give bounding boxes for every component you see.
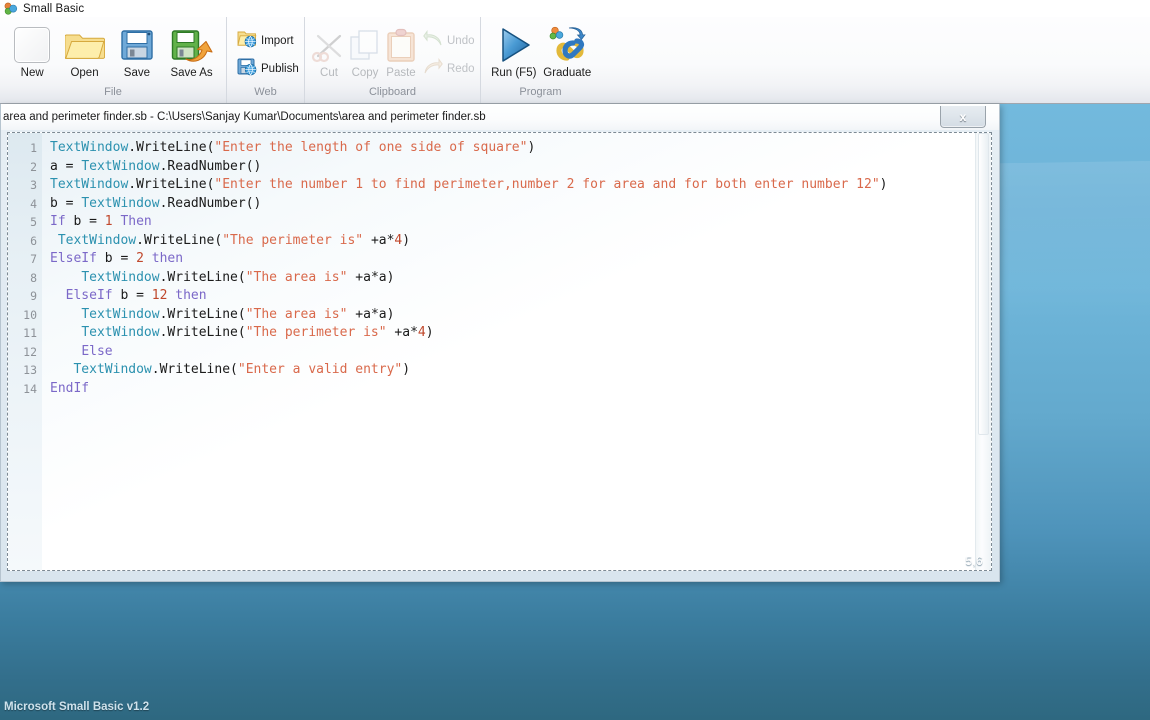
new-button[interactable]: New bbox=[6, 21, 58, 79]
editor-titlebar: area and perimeter finder.sb - C:\Users\… bbox=[1, 104, 999, 130]
redo-arrow-icon bbox=[423, 58, 443, 81]
graduate-icon bbox=[547, 24, 587, 66]
line-number-gutter: 1234567891011121314 bbox=[8, 133, 42, 570]
line-number: 13 bbox=[8, 361, 42, 380]
code-line: Else bbox=[50, 343, 991, 362]
ribbon-group-clipboard-label: Clipboard bbox=[311, 85, 474, 103]
copy-button-label: Copy bbox=[352, 67, 379, 79]
undo-button[interactable]: Undo bbox=[419, 27, 479, 55]
open-button[interactable]: Open bbox=[58, 21, 110, 79]
clipboard-icon bbox=[383, 24, 419, 66]
code-editor-window: area and perimeter finder.sb - C:\Users\… bbox=[0, 104, 1000, 582]
save-as-arrow-icon bbox=[171, 24, 213, 66]
line-number: 3 bbox=[8, 176, 42, 195]
graduate-button-label: Graduate bbox=[543, 67, 591, 79]
close-button[interactable]: x bbox=[940, 106, 986, 128]
floppy-disk-icon bbox=[120, 24, 154, 66]
caret-position-indicator: 5,6 bbox=[965, 554, 983, 568]
undo-arrow-icon bbox=[423, 30, 443, 53]
cut-button[interactable]: Cut bbox=[311, 21, 347, 79]
code-text-area[interactable]: TextWindow.WriteLine("Enter the length o… bbox=[42, 133, 991, 570]
code-line: TextWindow.WriteLine("The perimeter is" … bbox=[50, 324, 991, 343]
undo-button-label: Undo bbox=[447, 35, 475, 47]
paste-button[interactable]: Paste bbox=[383, 21, 419, 79]
line-number: 8 bbox=[8, 269, 42, 288]
cut-button-label: Cut bbox=[320, 67, 338, 79]
application-window: Small Basic New bbox=[0, 0, 1150, 104]
import-button[interactable]: Import bbox=[233, 27, 298, 55]
new-document-icon bbox=[14, 24, 50, 66]
save-as-button[interactable]: Save As bbox=[163, 21, 220, 79]
save-button-label: Save bbox=[124, 67, 150, 79]
code-line: ElseIf b = 2 then bbox=[50, 250, 991, 269]
vertical-scrollbar-thumb[interactable] bbox=[978, 133, 989, 435]
editor-body[interactable]: 1234567891011121314 TextWindow.WriteLine… bbox=[7, 132, 992, 571]
line-number: 14 bbox=[8, 380, 42, 399]
new-button-label: New bbox=[21, 67, 44, 79]
run-button-label: Run (F5) bbox=[491, 67, 536, 79]
open-folder-icon bbox=[65, 24, 105, 66]
ribbon-group-web: Import P bbox=[226, 17, 304, 103]
line-number: 2 bbox=[8, 158, 42, 177]
close-icon: x bbox=[960, 111, 967, 123]
line-number: 1 bbox=[8, 139, 42, 158]
code-line: TextWindow.WriteLine("The area is" +a*a) bbox=[50, 269, 991, 288]
line-number: 11 bbox=[8, 324, 42, 343]
ribbon-group-program: Run (F5) bbox=[480, 17, 600, 103]
code-line: TextWindow.WriteLine("The area is" +a*a) bbox=[50, 306, 991, 325]
application-title: Small Basic bbox=[23, 3, 84, 15]
copy-button[interactable]: Copy bbox=[347, 21, 383, 79]
line-number: 9 bbox=[8, 287, 42, 306]
code-line: TextWindow.WriteLine("Enter a valid entr… bbox=[50, 361, 991, 380]
publish-web-icon bbox=[237, 57, 257, 81]
desktop: Small Basic New bbox=[0, 0, 1150, 720]
save-as-button-label: Save As bbox=[170, 67, 212, 79]
code-line: TextWindow.WriteLine("Enter the length o… bbox=[50, 139, 991, 158]
code-line: EndIf bbox=[50, 380, 991, 399]
paste-button-label: Paste bbox=[386, 67, 415, 79]
line-number: 12 bbox=[8, 343, 42, 362]
open-button-label: Open bbox=[70, 67, 98, 79]
redo-button[interactable]: Redo bbox=[419, 55, 479, 83]
run-button[interactable]: Run (F5) bbox=[487, 21, 541, 79]
ribbon-group-file: New Open bbox=[0, 17, 226, 103]
ribbon-group-clipboard: Cut Copy bbox=[304, 17, 480, 103]
line-number: 5 bbox=[8, 213, 42, 232]
import-web-icon bbox=[237, 29, 257, 53]
save-button[interactable]: Save bbox=[111, 21, 163, 79]
code-line: TextWindow.WriteLine("Enter the number 1… bbox=[50, 176, 991, 195]
graduate-button[interactable]: Graduate bbox=[541, 21, 595, 79]
redo-button-label: Redo bbox=[447, 63, 475, 75]
ribbon-toolbar: New Open bbox=[0, 17, 1150, 103]
small-basic-logo-icon bbox=[4, 2, 18, 16]
code-line: a = TextWindow.ReadNumber() bbox=[50, 158, 991, 177]
publish-button-label: Publish bbox=[261, 63, 299, 75]
code-line: ElseIf b = 12 then bbox=[50, 287, 991, 306]
code-line: If b = 1 Then bbox=[50, 213, 991, 232]
line-number: 6 bbox=[8, 232, 42, 251]
code-line: b = TextWindow.ReadNumber() bbox=[50, 195, 991, 214]
ribbon-group-program-label: Program bbox=[487, 85, 594, 103]
editor-title: area and perimeter finder.sb - C:\Users\… bbox=[3, 111, 486, 123]
ribbon-group-file-label: File bbox=[6, 85, 220, 103]
ribbon-group-web-label: Web bbox=[233, 85, 298, 103]
application-titlebar: Small Basic bbox=[0, 0, 1150, 17]
line-number: 10 bbox=[8, 306, 42, 325]
publish-button[interactable]: Publish bbox=[233, 55, 303, 83]
vertical-scrollbar[interactable] bbox=[975, 133, 991, 570]
code-surface[interactable]: 1234567891011121314 TextWindow.WriteLine… bbox=[8, 133, 991, 570]
scissors-icon bbox=[311, 24, 347, 66]
play-triangle-icon bbox=[494, 24, 534, 66]
copy-pages-icon bbox=[347, 24, 383, 66]
line-number: 7 bbox=[8, 250, 42, 269]
code-line: TextWindow.WriteLine("The perimeter is" … bbox=[50, 232, 991, 251]
desktop-status-text: Microsoft Small Basic v1.2 bbox=[4, 701, 149, 713]
import-button-label: Import bbox=[261, 35, 294, 47]
line-number: 4 bbox=[8, 195, 42, 214]
